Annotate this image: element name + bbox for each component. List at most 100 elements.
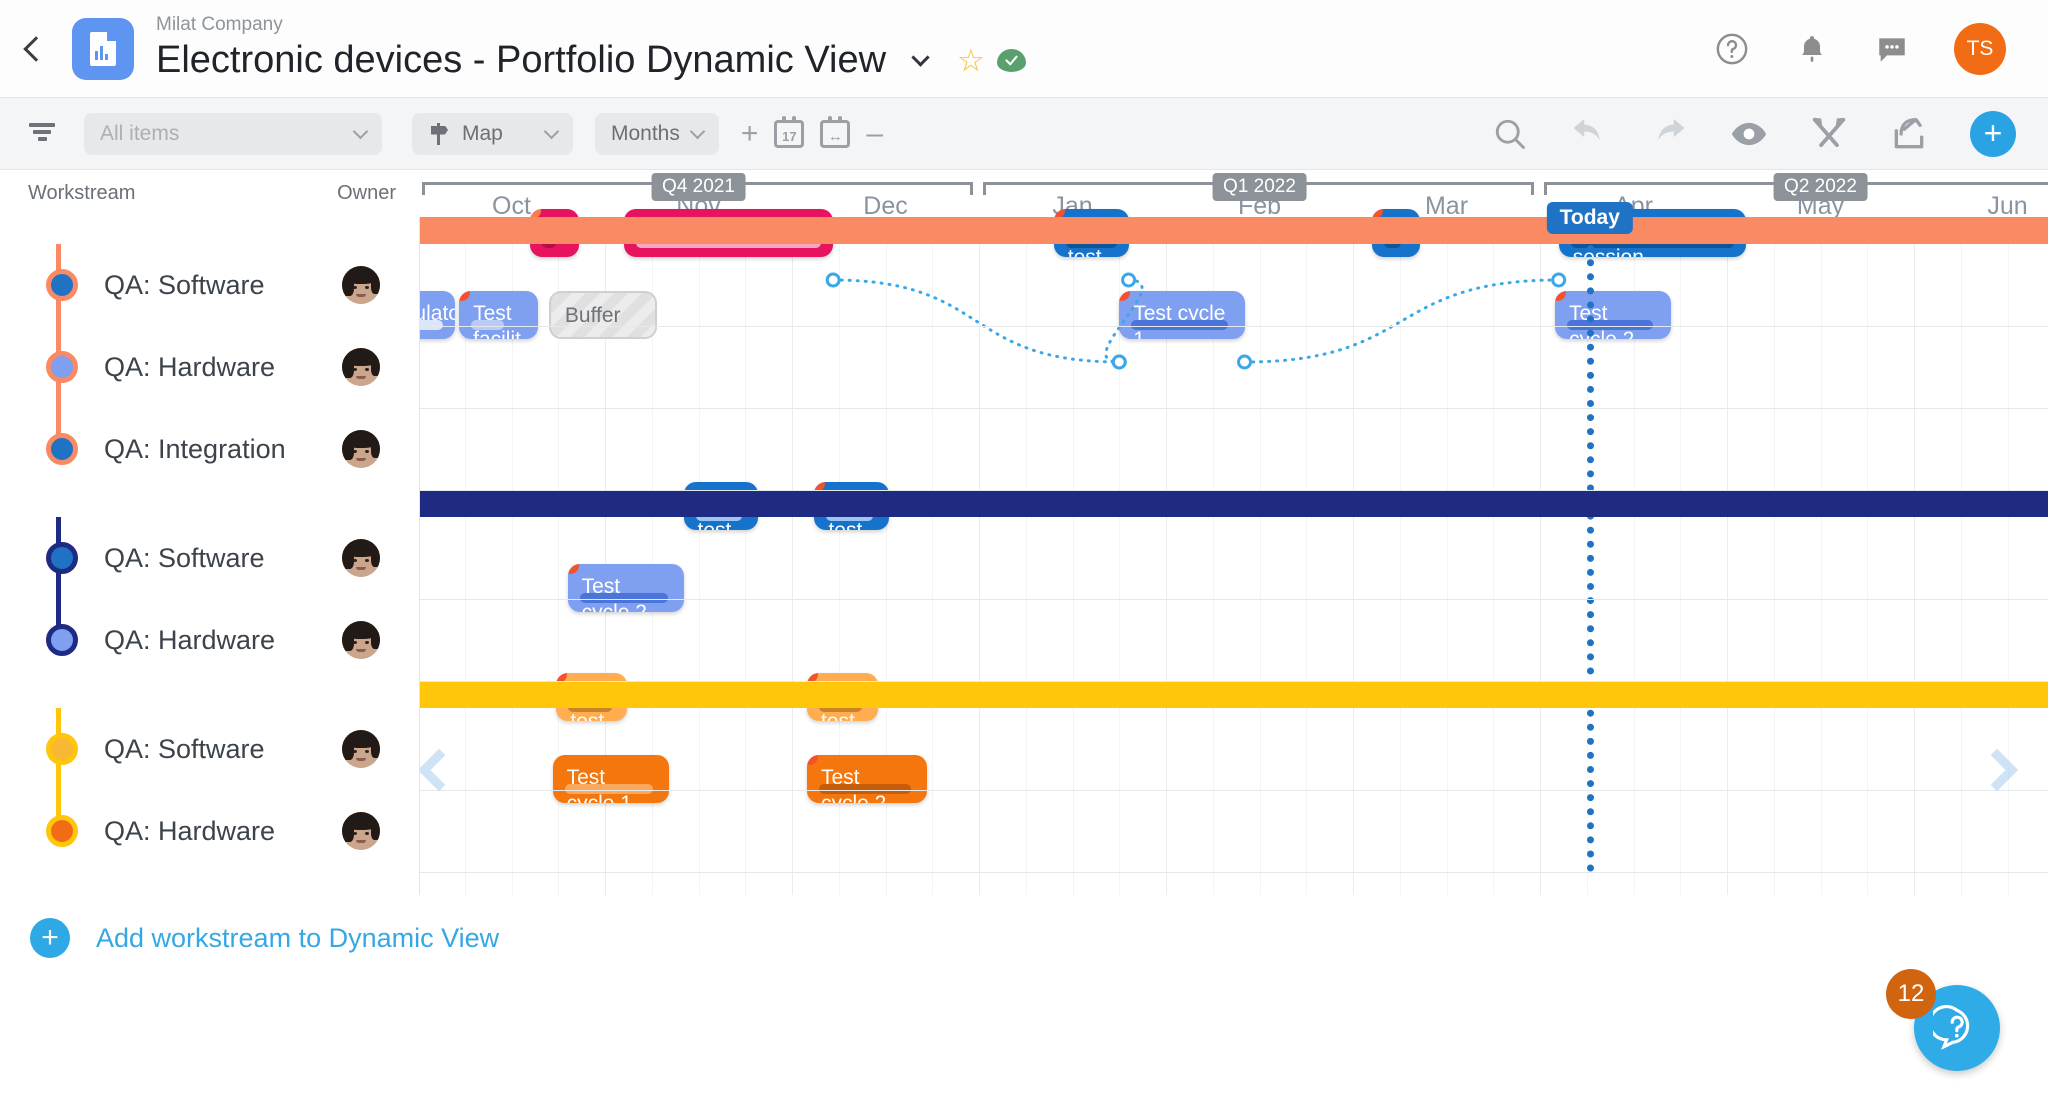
milestone-dot[interactable]	[1119, 291, 1130, 301]
approved-check-icon[interactable]	[997, 49, 1026, 72]
progress-bar	[471, 320, 504, 330]
chat-bubble-icon[interactable]	[1874, 31, 1910, 67]
row-separator	[420, 790, 2048, 791]
milestone-dot[interactable]	[807, 755, 818, 765]
today-marker-label: Today	[1547, 202, 1633, 234]
week-gridline	[1026, 217, 1027, 895]
calendar-day-value: 17	[782, 130, 796, 145]
chevron-down-icon	[544, 123, 560, 139]
workstream-sidebar: QA: Software QA: Hardware QA: Integration Q…	[0, 170, 420, 895]
week-gridline	[1260, 217, 1261, 895]
sidebar-item-qa-integration[interactable]: QA: Integration	[0, 408, 420, 490]
zoom-in-button[interactable]: +	[741, 119, 759, 149]
eye-icon[interactable]	[1730, 115, 1768, 153]
search-icon[interactable]	[1492, 116, 1528, 152]
zoom-out-button[interactable]: –	[866, 119, 883, 149]
gantt-bar[interactable]: Test cycle 2	[568, 564, 684, 612]
plus-circle-icon[interactable]: +	[30, 918, 70, 958]
gantt-bar[interactable]: Test facilit...	[459, 291, 538, 339]
gantt-bar[interactable]: Test cycle 2	[1555, 291, 1671, 339]
gantt-bar[interactable]: Test cycle 1	[553, 755, 669, 803]
milestone-dot[interactable]	[1555, 291, 1566, 301]
calendar-day-button[interactable]: 17	[774, 120, 804, 148]
gantt-bar[interactable]: Regulatory...	[420, 291, 455, 339]
owner-avatar[interactable]	[342, 266, 380, 304]
workstream-name: QA: Software	[104, 734, 265, 765]
workstream-node-dot	[46, 269, 78, 301]
week-gridline	[1400, 217, 1401, 895]
gantt-bar-label: Buffer	[565, 303, 641, 329]
signpost-icon	[428, 123, 450, 145]
scroll-right-arrow[interactable]	[1982, 755, 2026, 821]
add-workstream-link[interactable]: Add workstream to Dynamic View	[96, 923, 499, 954]
sidebar-item-qa-hardware[interactable]: QA: Hardware	[0, 599, 420, 681]
sidebar-item-qa-hardware[interactable]: QA: Hardware	[0, 790, 420, 872]
question-circle-icon[interactable]	[1714, 31, 1750, 67]
add-button[interactable]: +	[1970, 111, 2016, 157]
workstream-name: QA: Integration	[104, 434, 286, 465]
toolbar: All items Map Months + 17 ↔ –	[0, 98, 2048, 170]
week-gridline	[1774, 217, 1775, 895]
chevron-down-icon[interactable]	[911, 48, 929, 66]
document-chart-icon	[72, 18, 134, 80]
workstream-name: QA: Hardware	[104, 352, 275, 383]
workstream-name: QA: Hardware	[104, 625, 275, 656]
sidebar-item-qa-hardware[interactable]: QA: Hardware	[0, 326, 420, 408]
items-filter-dropdown[interactable]: All items	[84, 113, 382, 155]
week-gridline	[1680, 217, 1681, 895]
avatar[interactable]: TS	[1954, 23, 2006, 75]
owner-avatar[interactable]	[342, 430, 380, 468]
chevron-down-icon	[353, 123, 369, 139]
week-gridline	[1493, 217, 1494, 895]
share-icon[interactable]	[1890, 115, 1928, 153]
question-chat-icon	[1933, 1004, 1981, 1052]
workstream-node-dot	[46, 542, 78, 574]
row-separator	[420, 599, 2048, 600]
gantt-grid: Workstream Owner Q4 2021Q1 2022Q2 2022Oc…	[0, 170, 2048, 895]
week-gridline	[1447, 217, 1448, 895]
view-mode-dropdown[interactable]: Map	[412, 113, 573, 155]
company-name: Milat Company	[156, 13, 1026, 37]
owner-avatar[interactable]	[342, 812, 380, 850]
toolbar-actions: +	[1492, 111, 2048, 157]
sidebar-item-qa-software[interactable]: QA: Software	[0, 517, 420, 599]
star-icon[interactable]: ☆️	[957, 45, 985, 76]
today-line	[1587, 217, 1594, 872]
help-badge-count: 12	[1886, 969, 1936, 1019]
gantt-bar[interactable]: Test cycle 1	[1119, 291, 1244, 339]
owner-avatar[interactable]	[342, 730, 380, 768]
sidebar-item-qa-software[interactable]: QA: Software	[0, 244, 420, 326]
timeline-area: Q4 2021Q1 2022Q2 2022OctNovDecJanFebMarA…	[420, 170, 2048, 895]
time-scale-value: Months	[611, 122, 680, 146]
progress-bar	[1131, 320, 1228, 330]
undo-icon[interactable]	[1570, 115, 1608, 153]
progress-bar	[420, 320, 443, 330]
redo-icon[interactable]	[1650, 115, 1688, 153]
row-separator	[420, 490, 2048, 491]
progress-bar	[580, 593, 668, 603]
week-gridline	[1867, 217, 1868, 895]
bell-icon[interactable]	[1794, 31, 1830, 67]
scroll-left-arrow[interactable]	[424, 755, 468, 821]
page-title: Electronic devices - Portfolio Dynamic V…	[156, 37, 886, 85]
row-separator	[420, 408, 2048, 409]
sidebar-item-qa-software[interactable]: QA: Software	[0, 708, 420, 790]
time-scale-dropdown[interactable]: Months	[595, 113, 719, 155]
gantt-bar[interactable]: Buffer	[549, 291, 657, 339]
milestone-dot[interactable]	[459, 291, 470, 301]
week-gridline	[932, 217, 933, 895]
progress-bar	[819, 784, 911, 794]
funnel-filter-icon[interactable]	[0, 123, 84, 144]
calendar-fit-icon[interactable]: ↔	[820, 120, 850, 148]
back-button[interactable]	[0, 0, 72, 98]
owner-avatar[interactable]	[342, 539, 380, 577]
week-gridline	[699, 217, 700, 895]
gantt-bar[interactable]: Test cycle 2	[807, 755, 927, 803]
app-header: Milat Company Electronic devices - Portf…	[0, 0, 2048, 98]
tools-icon[interactable]	[1810, 115, 1848, 153]
workstream-node-dot	[46, 433, 78, 465]
owner-avatar[interactable]	[342, 621, 380, 659]
milestone-dot[interactable]	[568, 564, 579, 574]
owner-avatar[interactable]	[342, 348, 380, 386]
chevron-down-icon	[690, 123, 706, 139]
